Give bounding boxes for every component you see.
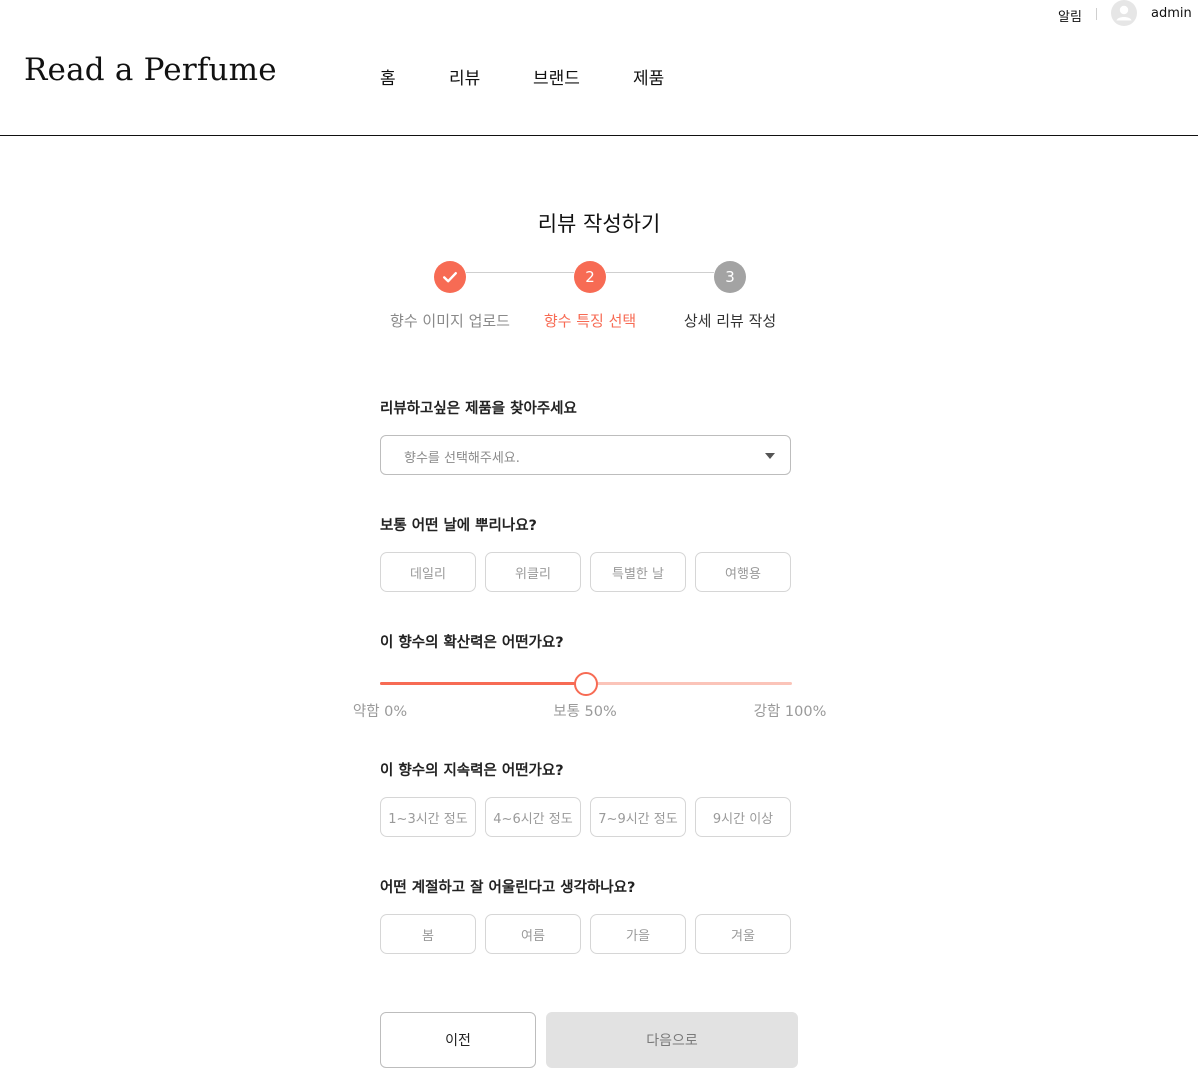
topbar-divider [1096, 8, 1097, 20]
step-2-circle: 2 [574, 261, 606, 293]
season-question: 어떤 계절하고 잘 어울린다고 생각하나요? [380, 880, 636, 896]
longevity-option-7-9h[interactable]: 7~9시간 정도 [590, 797, 686, 837]
nav-item-brand[interactable]: 브랜드 [533, 64, 580, 89]
header-divider [0, 135, 1198, 136]
next-button[interactable]: 다음으로 [546, 1012, 798, 1068]
perfume-select-placeholder: 향수를 선택해주세요. [404, 451, 520, 466]
user-icon[interactable] [1111, 0, 1137, 26]
diffusion-question: 이 향수의 확산력은 어떤가요? [380, 635, 564, 651]
diffusion-slider-thumb[interactable] [574, 672, 598, 696]
usage-option-travel[interactable]: 여행용 [695, 552, 791, 592]
season-option-winter[interactable]: 겨울 [695, 914, 791, 954]
caret-down-icon [765, 453, 775, 459]
prev-button[interactable]: 이전 [380, 1012, 536, 1068]
perfume-select[interactable]: 향수를 선택해주세요. [380, 435, 791, 475]
longevity-option-1-3h[interactable]: 1~3시간 정도 [380, 797, 476, 837]
step-3-label: 상세 리뷰 작성 [683, 312, 777, 330]
longevity-question: 이 향수의 지속력은 어떤가요? [380, 763, 564, 779]
step-1-label: 향수 이미지 업로드 [390, 312, 510, 330]
user-name-link[interactable]: admin [1151, 6, 1192, 21]
nav-item-home[interactable]: 홈 [380, 64, 396, 89]
product-question: 리뷰하고싶은 제품을 찾아주세요 [380, 401, 577, 417]
alert-link[interactable]: 알림 [1058, 6, 1082, 25]
longevity-option-9h-plus[interactable]: 9시간 이상 [695, 797, 791, 837]
diffusion-label-strong: 강함 100% [753, 704, 827, 720]
diffusion-label-normal: 보통 50% [553, 704, 617, 720]
avatar-glyph [1116, 5, 1132, 21]
step-3-circle: 3 [714, 261, 746, 293]
season-option-spring[interactable]: 봄 [380, 914, 476, 954]
check-icon [443, 272, 457, 283]
season-option-autumn[interactable]: 가을 [590, 914, 686, 954]
nav-item-product[interactable]: 제품 [633, 64, 664, 89]
usage-option-daily[interactable]: 데일리 [380, 552, 476, 592]
step-connector [466, 272, 574, 273]
nav-item-review[interactable]: 리뷰 [449, 64, 480, 89]
step-connector [606, 272, 714, 273]
top-utility-bar: 알림 admin [0, 0, 1198, 28]
page-title: 리뷰 작성하기 [537, 212, 661, 236]
site-logo[interactable]: Read a Perfume [24, 52, 277, 88]
usage-question: 보통 어떤 날에 뿌리나요? [380, 518, 537, 534]
diffusion-slider-fill [380, 682, 586, 685]
usage-option-weekly[interactable]: 위클리 [485, 552, 581, 592]
diffusion-label-weak: 약함 0% [352, 704, 408, 720]
longevity-option-4-6h[interactable]: 4~6시간 정도 [485, 797, 581, 837]
step-1-check-icon [434, 261, 466, 293]
step-2-label: 향수 특징 선택 [543, 312, 637, 330]
usage-option-special-day[interactable]: 특별한 날 [590, 552, 686, 592]
season-option-summer[interactable]: 여름 [485, 914, 581, 954]
